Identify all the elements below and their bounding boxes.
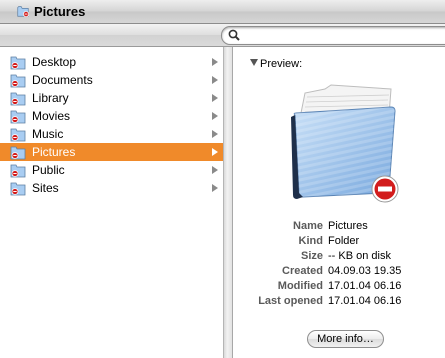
no-entry-badge-icon xyxy=(371,175,399,203)
chevron-right-icon xyxy=(212,112,218,120)
info-value: Pictures xyxy=(328,220,368,232)
info-key: Last opened xyxy=(258,295,323,307)
info-value: 17.01.04 06.16 xyxy=(328,280,402,292)
folder-icon xyxy=(10,128,26,142)
info-row: Created 04.09.03 19.35 xyxy=(233,265,445,280)
chevron-right-icon xyxy=(212,94,218,102)
preview-pane: Preview: Name Pictures Kind Folder Size … xyxy=(233,47,445,358)
folder-icon xyxy=(17,6,30,18)
chevron-right-icon xyxy=(212,184,218,192)
info-key: Size xyxy=(300,250,323,262)
window-titlebar: Pictures xyxy=(0,0,445,24)
chevron-right-icon xyxy=(212,130,218,138)
sidebar-item-music[interactable]: Music xyxy=(0,125,223,143)
more-info-button[interactable]: More info… xyxy=(307,330,384,348)
sidebar-item-sites[interactable]: Sites xyxy=(0,179,223,197)
chevron-right-icon xyxy=(212,58,218,66)
chevron-right-icon xyxy=(212,166,218,174)
toolbar xyxy=(0,24,445,47)
disclosure-triangle-icon xyxy=(250,59,258,66)
info-key: Modified xyxy=(277,280,323,292)
chevron-right-icon xyxy=(212,76,218,84)
preview-header[interactable]: Preview: xyxy=(250,58,302,70)
sidebar-item-label: Music xyxy=(32,127,64,141)
sidebar-item-documents[interactable]: Documents xyxy=(0,71,223,89)
column-list: Desktop Documents Library Movies Music Pictur… xyxy=(0,47,224,358)
info-row: Last opened 17.01.04 06.16 xyxy=(233,295,445,310)
info-value: 17.01.04 06.16 xyxy=(328,295,402,307)
sidebar-item-label: Sites xyxy=(32,181,59,195)
info-value: Folder xyxy=(328,235,360,247)
sidebar-item-label: Documents xyxy=(32,73,93,87)
sidebar-item-label: Pictures xyxy=(32,145,76,159)
sidebar-item-pictures[interactable]: Pictures xyxy=(0,143,223,161)
sidebar-item-desktop[interactable]: Desktop xyxy=(0,53,223,71)
sidebar-item-movies[interactable]: Movies xyxy=(0,107,223,125)
folder-icon xyxy=(10,56,26,70)
folder-icon xyxy=(10,74,26,88)
folder-icon xyxy=(10,182,26,196)
window-title: Pictures xyxy=(34,4,86,19)
folder-icon xyxy=(10,92,26,106)
info-key: Name xyxy=(293,220,323,232)
folder-icon xyxy=(10,110,26,124)
info-row: Modified 17.01.04 06.16 xyxy=(233,280,445,295)
info-row: Size -- KB on disk xyxy=(233,250,445,265)
sidebar-item-public[interactable]: Public xyxy=(0,161,223,179)
info-value: 04.09.03 19.35 xyxy=(328,265,402,277)
column-resize-divider[interactable] xyxy=(224,47,233,358)
search-icon xyxy=(228,29,240,41)
info-key: Kind xyxy=(298,235,323,247)
sidebar-item-label: Desktop xyxy=(32,55,77,69)
info-key: Created xyxy=(282,265,323,277)
folder-preview-icon xyxy=(291,84,399,203)
sidebar-item-label: Movies xyxy=(32,109,71,123)
folder-icon xyxy=(10,164,26,178)
sidebar-item-library[interactable]: Library xyxy=(0,89,223,107)
folder-icon xyxy=(10,146,26,160)
info-row: Kind Folder xyxy=(233,235,445,250)
search-input[interactable] xyxy=(221,26,445,45)
info-value: -- KB on disk xyxy=(328,250,391,262)
info-row: Name Pictures xyxy=(233,220,445,235)
sidebar-item-label: Library xyxy=(32,91,69,105)
chevron-right-icon xyxy=(212,148,218,156)
sidebar-item-label: Public xyxy=(32,163,65,177)
